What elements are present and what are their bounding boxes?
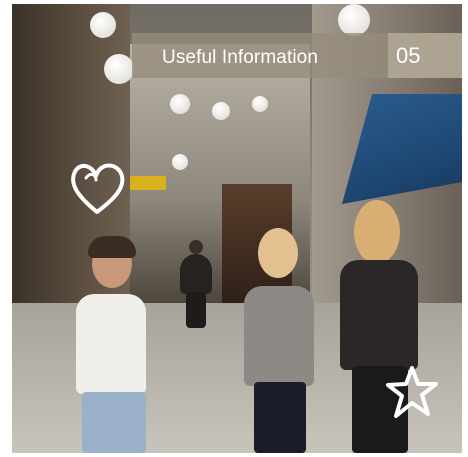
lamp-globe xyxy=(90,12,116,38)
page-number: 05 xyxy=(396,43,421,68)
heart-doodle-icon xyxy=(71,163,125,214)
lamp-globe xyxy=(212,102,230,120)
lamp-globe xyxy=(338,4,370,36)
lamp-globe xyxy=(170,94,190,114)
star-doodle-icon xyxy=(386,366,438,418)
yellow-sign xyxy=(130,176,166,190)
person-left xyxy=(62,236,172,453)
lamp-globe xyxy=(252,96,268,112)
section-title: Useful Information xyxy=(162,47,318,68)
lamp-globe xyxy=(104,54,134,84)
background-person xyxy=(178,240,214,330)
lamp-globe xyxy=(172,154,188,170)
person-middle xyxy=(232,228,332,453)
